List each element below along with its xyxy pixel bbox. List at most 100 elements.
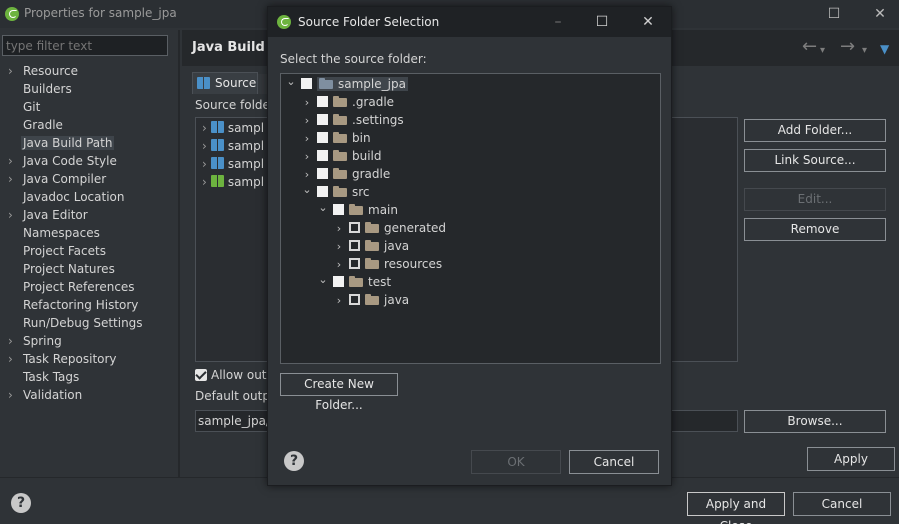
tree-node[interactable]: ⌄ main <box>317 201 398 219</box>
tree-node[interactable]: › .gradle <box>301 93 394 111</box>
tree-checkbox[interactable] <box>317 114 328 125</box>
apply-button[interactable]: Apply <box>807 447 895 471</box>
nav-item[interactable]: Refactoring History <box>0 296 176 314</box>
chevron-right-icon[interactable]: › <box>8 335 18 347</box>
tree-node[interactable]: ⌄ src <box>301 181 369 201</box>
tree-node[interactable]: › bin <box>301 129 371 147</box>
tree-checkbox[interactable] <box>349 222 360 233</box>
tree-node[interactable]: › .settings <box>301 111 404 129</box>
tree-node[interactable]: › java <box>333 291 409 309</box>
tree-checkbox[interactable] <box>317 186 328 197</box>
nav-item[interactable]: Project Facets <box>0 242 176 260</box>
chevron-right-icon[interactable]: › <box>202 157 207 171</box>
filter-input[interactable] <box>2 35 168 56</box>
tree-node[interactable]: ⌄ sample_jpa <box>285 75 408 93</box>
help-icon[interactable]: ? <box>11 493 31 513</box>
nav-item[interactable]: › Task Repository <box>0 350 176 368</box>
tree-node[interactable]: › resources <box>333 255 442 273</box>
chevron-right-icon[interactable]: › <box>8 155 18 167</box>
chevron-right-icon[interactable]: › <box>8 65 18 77</box>
nav-item[interactable]: › Java Editor <box>0 206 176 224</box>
tree-checkbox[interactable] <box>349 294 360 305</box>
nav-item[interactable]: › Resource <box>0 62 176 80</box>
chevron-right-icon[interactable]: › <box>202 175 207 189</box>
tree-node[interactable]: › generated <box>333 219 446 237</box>
chevron-right-icon[interactable]: › <box>8 209 18 221</box>
forward-menu-chevron-icon[interactable]: ▾ <box>862 42 867 60</box>
chevron-down-icon[interactable]: ⌄ <box>317 199 329 217</box>
apply-and-close-button[interactable]: Apply and Close <box>687 492 785 524</box>
nav-item[interactable]: Git <box>0 98 176 116</box>
maximize-icon[interactable]: ☐ <box>824 4 844 24</box>
view-menu-icon[interactable]: ▼ <box>880 40 889 58</box>
tree-checkbox[interactable] <box>333 204 344 215</box>
create-new-folder-button[interactable]: Create New Folder... <box>280 373 398 412</box>
tree-checkbox[interactable] <box>301 78 312 89</box>
nav-item[interactable]: Builders <box>0 80 176 98</box>
nav-item[interactable]: Java Build Path <box>0 134 176 152</box>
ok-button[interactable]: OK <box>471 450 561 474</box>
chevron-down-icon[interactable]: ⌄ <box>301 181 313 199</box>
nav-item[interactable]: Project Natures <box>0 260 176 278</box>
allow-output-checkbox[interactable]: Allow outp <box>195 368 269 386</box>
chevron-right-icon[interactable]: › <box>333 256 345 274</box>
chevron-right-icon[interactable]: › <box>301 94 313 112</box>
chevron-right-icon[interactable]: › <box>8 173 18 185</box>
tree-checkbox[interactable] <box>317 150 328 161</box>
chevron-right-icon[interactable]: › <box>333 292 345 310</box>
remove-button[interactable]: Remove <box>744 218 886 241</box>
chevron-right-icon[interactable]: › <box>8 389 18 401</box>
chevron-down-icon[interactable]: ⌄ <box>317 271 329 289</box>
nav-item[interactable]: › Validation <box>0 386 176 404</box>
chevron-right-icon[interactable]: › <box>301 130 313 148</box>
dialog-titlebar[interactable]: Source Folder Selection – ☐ ✕ <box>268 7 671 37</box>
chevron-down-icon[interactable]: ⌄ <box>285 73 297 91</box>
tree-checkbox[interactable] <box>333 276 344 287</box>
chevron-right-icon[interactable]: › <box>333 220 345 238</box>
edit-button[interactable]: Edit... <box>744 188 886 211</box>
nav-item[interactable]: Namespaces <box>0 224 176 242</box>
tree-checkbox[interactable] <box>317 132 328 143</box>
source-folder-row[interactable]: › sampl <box>202 137 264 155</box>
browse-button[interactable]: Browse... <box>744 410 886 433</box>
cancel-button[interactable]: Cancel <box>793 492 891 516</box>
pane-divider[interactable] <box>178 30 180 477</box>
chevron-right-icon[interactable]: › <box>301 112 313 130</box>
nav-item[interactable]: Gradle <box>0 116 176 134</box>
nav-item[interactable]: Project References <box>0 278 176 296</box>
checkbox-checked-icon[interactable] <box>195 369 207 381</box>
back-menu-chevron-icon[interactable]: ▾ <box>820 42 825 60</box>
source-folders-tree[interactable]: › sampl › sampl › sampl › sampl <box>195 117 269 362</box>
chevron-right-icon[interactable]: › <box>202 139 207 153</box>
chevron-right-icon[interactable]: › <box>8 353 18 365</box>
nav-item[interactable]: Task Tags <box>0 368 176 386</box>
nav-item[interactable]: Javadoc Location <box>0 188 176 206</box>
tab-source[interactable]: Source <box>192 72 258 94</box>
chevron-right-icon[interactable]: › <box>301 148 313 166</box>
cancel-button[interactable]: Cancel <box>569 450 659 474</box>
minimize-icon[interactable]: – <box>548 12 568 32</box>
help-icon[interactable]: ? <box>284 451 304 471</box>
source-folder-row[interactable]: › sampl <box>202 119 264 137</box>
maximize-icon[interactable]: ☐ <box>592 12 612 32</box>
forward-arrow-icon[interactable]: → <box>840 38 855 56</box>
link-source-button[interactable]: Link Source... <box>744 149 886 172</box>
source-folder-row[interactable]: › sampl <box>202 173 264 191</box>
default-output-field[interactable]: sample_jpa/b <box>195 410 269 432</box>
source-folder-row[interactable]: › sampl <box>202 155 264 173</box>
nav-item[interactable]: › Java Compiler <box>0 170 176 188</box>
nav-item[interactable]: Run/Debug Settings <box>0 314 176 332</box>
close-icon[interactable]: ✕ <box>638 12 658 32</box>
add-folder-button[interactable]: Add Folder... <box>744 119 886 142</box>
chevron-right-icon[interactable]: › <box>202 121 207 135</box>
back-arrow-icon[interactable]: ← <box>802 38 817 56</box>
close-icon[interactable]: ✕ <box>870 4 890 24</box>
tree-checkbox[interactable] <box>317 96 328 107</box>
tree-node[interactable]: › gradle <box>301 165 390 183</box>
tree-node[interactable]: ⌄ test <box>317 273 391 291</box>
chevron-right-icon[interactable]: › <box>333 238 345 256</box>
tree-checkbox[interactable] <box>349 258 360 269</box>
tree-checkbox[interactable] <box>317 168 328 179</box>
nav-item[interactable]: › Java Code Style <box>0 152 176 170</box>
tree-node[interactable]: › java <box>333 237 409 255</box>
